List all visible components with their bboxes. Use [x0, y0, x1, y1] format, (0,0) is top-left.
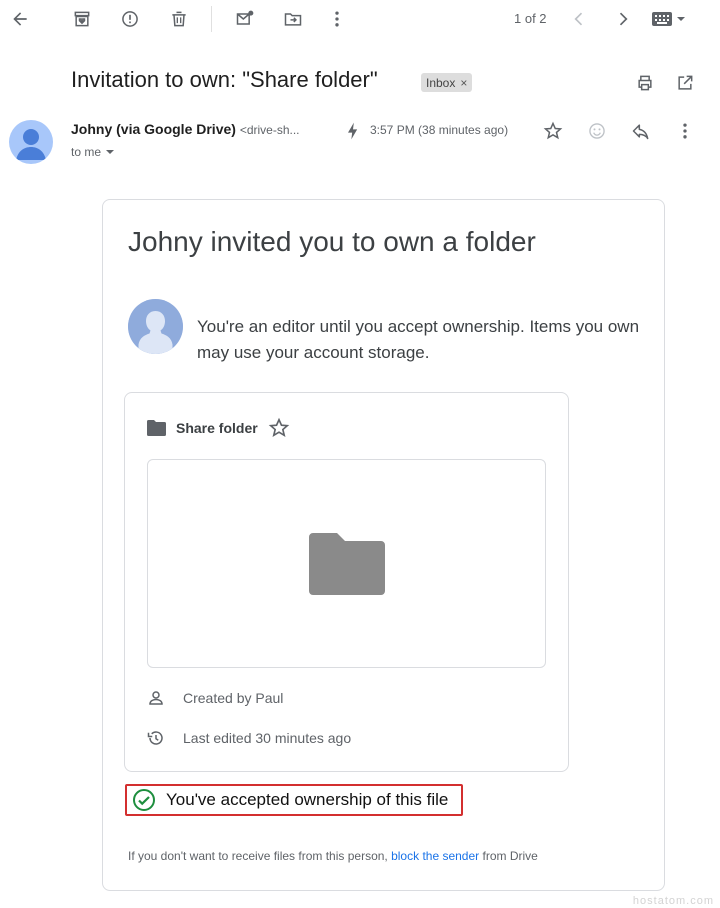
folder-star-icon[interactable]	[268, 417, 290, 439]
pager-text: 1 of 2	[514, 11, 547, 26]
toolbar-divider	[211, 6, 212, 32]
email-timestamp: 3:57 PM (38 minutes ago)	[370, 123, 509, 137]
inbox-label-badge[interactable]: Inbox ×	[421, 73, 473, 92]
recipient-text: to me	[71, 145, 102, 159]
footer-prefix: If you don't want to receive files from …	[128, 849, 388, 863]
report-spam-icon[interactable]	[118, 7, 142, 31]
sender-name[interactable]: Johny (via Google Drive)	[71, 121, 236, 137]
star-icon[interactable]	[541, 119, 565, 143]
back-arrow-icon[interactable]	[8, 7, 32, 31]
last-edited-text: Last edited 30 minutes ago	[183, 730, 352, 746]
archive-icon[interactable]	[70, 7, 94, 31]
prev-icon[interactable]	[567, 7, 591, 31]
next-icon[interactable]	[611, 7, 635, 31]
recipient-toggle[interactable]: to me	[71, 145, 115, 159]
accepted-message: You've accepted ownership of this file	[166, 790, 449, 809]
ownership-accepted-banner: You've accepted ownership of this file	[125, 784, 463, 816]
emoji-react-icon[interactable]	[585, 119, 609, 143]
sender-address: <drive-sh...	[239, 123, 300, 137]
folder-preview-icon	[308, 532, 385, 595]
print-icon[interactable]	[633, 71, 657, 95]
folder-icon	[147, 420, 166, 436]
move-to-icon[interactable]	[281, 7, 305, 31]
created-by-row: Created by Paul	[147, 689, 283, 707]
open-new-window-icon[interactable]	[673, 71, 697, 95]
person-icon	[149, 691, 163, 705]
history-icon	[147, 731, 163, 745]
reply-icon[interactable]	[629, 119, 653, 143]
created-by-text: Created by Paul	[183, 690, 284, 706]
sender-avatar[interactable]	[9, 120, 53, 164]
chevron-down-icon	[677, 17, 685, 21]
folder-title-row: Share folder	[147, 417, 290, 439]
check-circle-icon	[133, 789, 155, 811]
email-subject: Invitation to own: "Share folder"	[71, 67, 378, 92]
footer-suffix: from Drive	[482, 849, 538, 863]
last-edited-row: Last edited 30 minutes ago	[147, 729, 351, 747]
inviter-avatar	[128, 299, 183, 354]
message-more-vert-icon[interactable]	[673, 119, 697, 143]
watermark: hostatom.com	[632, 895, 714, 907]
mark-unread-icon[interactable]	[233, 7, 257, 31]
important-bolt-icon	[341, 119, 365, 143]
block-sender-link[interactable]: block the sender	[391, 849, 479, 863]
keyboard-icon[interactable]	[652, 12, 686, 26]
invite-title: Johny invited you to own a folder	[128, 226, 536, 257]
delete-icon[interactable]	[167, 7, 191, 31]
folder-name[interactable]: Share folder	[176, 420, 258, 436]
more-vert-icon[interactable]	[325, 7, 349, 31]
sender-line: Johny (via Google Drive) <drive-sh...	[71, 121, 300, 137]
chevron-down-icon	[106, 150, 115, 154]
footer-note: If you don't want to receive files from …	[128, 849, 538, 863]
remove-label-icon[interactable]: ×	[460, 76, 467, 90]
editor-message: You're an editor until you accept owners…	[197, 317, 640, 362]
folder-preview[interactable]	[147, 459, 546, 668]
label-text: Inbox	[426, 75, 456, 90]
